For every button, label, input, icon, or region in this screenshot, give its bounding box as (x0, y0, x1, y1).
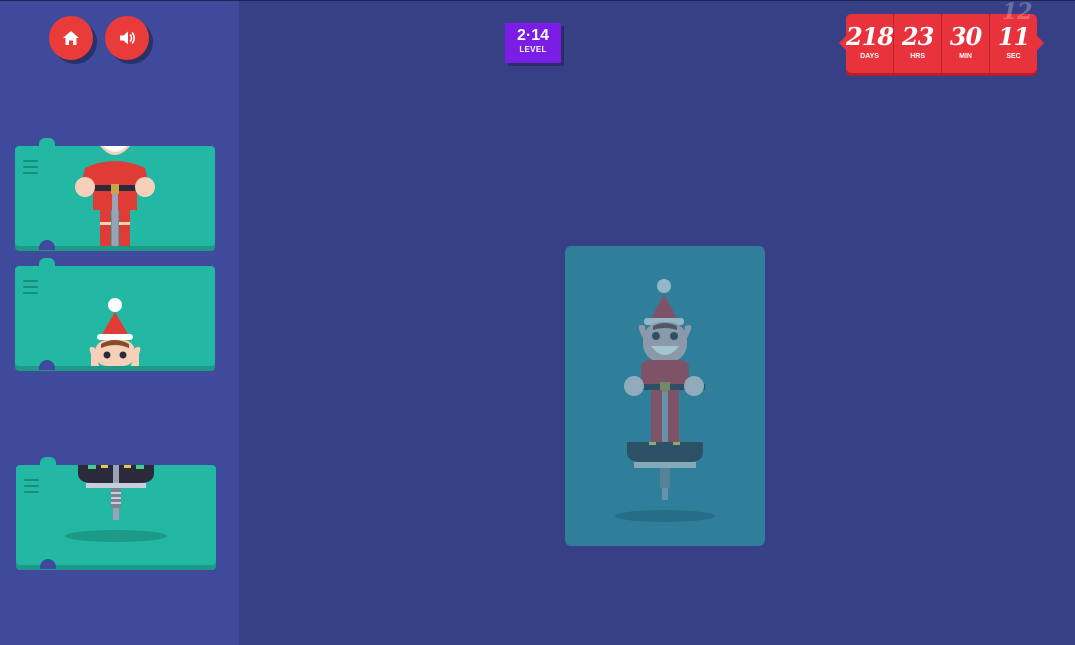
countdown-days-value: 218 (846, 22, 894, 51)
speaker-icon (120, 31, 136, 45)
countdown-days: 218 DAYS (846, 14, 894, 73)
parts-sidebar (0, 1, 239, 645)
level-badge: 2·14 LEVEL (505, 23, 561, 63)
part-block-elf-body[interactable] (15, 138, 215, 250)
countdown-seconds-label: SEC (1006, 53, 1021, 60)
countdown-hours-label: HRS (910, 53, 925, 60)
part-block-elf-head[interactable] (15, 258, 215, 370)
elf-head-art (15, 266, 215, 366)
countdown-seconds-value: 11 (997, 22, 1030, 51)
home-button[interactable] (49, 16, 93, 60)
level-number: 2·14 (516, 27, 550, 44)
part-block-pogo-stick[interactable] (16, 457, 216, 569)
level-label: LEVEL (519, 45, 547, 54)
pogo-stick-art (16, 465, 216, 565)
countdown-hours: 23 HRS (894, 14, 943, 73)
elf-silhouette-guide (615, 279, 715, 522)
home-icon (63, 31, 79, 45)
countdown-days-label: DAYS (860, 53, 879, 60)
game-stage: 2·14 LEVEL 12 218 DAYS 23 HRS 30 MIN 11 … (0, 0, 1075, 645)
countdown-minutes-label: MIN (959, 53, 972, 60)
sound-button[interactable] (105, 16, 149, 60)
countdown-minutes: 30 MIN (942, 14, 991, 73)
countdown-minutes-value: 30 (949, 22, 982, 51)
assembly-drop-zone[interactable] (565, 246, 765, 546)
countdown-hours-value: 23 (901, 22, 934, 51)
countdown-next-seconds: 12 (1002, 0, 1033, 25)
elf-body-art (15, 146, 215, 246)
